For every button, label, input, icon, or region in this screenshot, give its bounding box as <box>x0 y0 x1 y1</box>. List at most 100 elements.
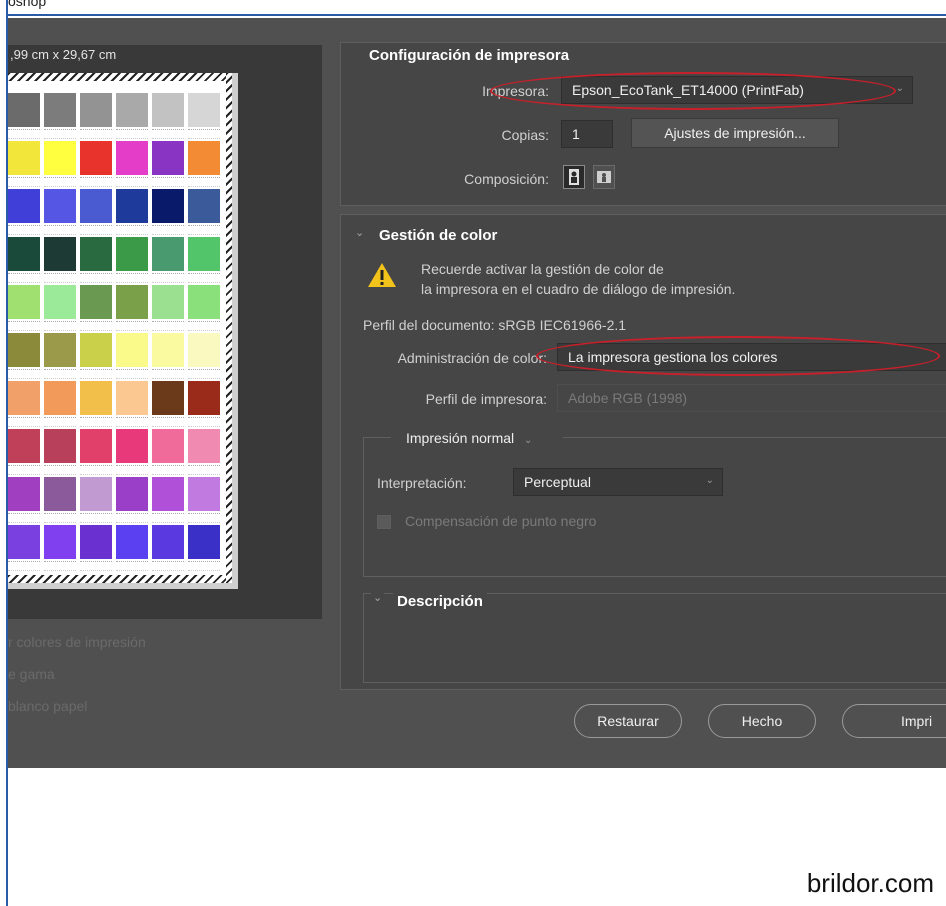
swatch-label <box>8 417 40 427</box>
swatch-label <box>8 273 40 283</box>
print-settings-button[interactable]: Ajustes de impresión... <box>631 118 839 148</box>
swatch-label <box>116 225 148 235</box>
swatch-label <box>152 369 184 379</box>
rendering-intent-value: Perceptual <box>524 474 591 490</box>
swatch-label <box>152 321 184 331</box>
chevron-down-icon: ⌄ <box>524 435 533 446</box>
swatch-label <box>8 129 40 139</box>
swatch-label <box>188 129 220 139</box>
swatch-chip <box>116 429 148 463</box>
swatch-chip <box>44 525 76 559</box>
option-gamut-warning[interactable]: e gama <box>8 666 55 682</box>
color-swatch <box>8 141 40 189</box>
swatch-label <box>152 273 184 283</box>
collapse-chevron-icon[interactable]: ⌄ <box>355 226 364 239</box>
swatch-chip <box>152 333 184 367</box>
swatch-label <box>188 465 220 475</box>
swatch-chip <box>44 237 76 271</box>
swatch-chip <box>116 381 148 415</box>
option-match-print-colors[interactable]: r colores de impresión <box>8 634 146 650</box>
swatch-chip <box>44 477 76 511</box>
copies-input[interactable]: 1 <box>561 120 613 148</box>
print-button[interactable]: Impri <box>842 704 946 738</box>
printer-select-value: Epson_EcoTank_ET14000 (PrintFab) <box>572 82 804 98</box>
swatch-label <box>80 273 112 283</box>
color-swatch <box>80 333 112 381</box>
color-swatch <box>116 141 148 189</box>
chevron-down-icon: ⌄ <box>705 475 714 486</box>
color-swatch <box>8 333 40 381</box>
printer-profile-select[interactable]: Adobe RGB (1998) <box>557 384 946 412</box>
swatch-chip <box>80 477 112 511</box>
color-swatch <box>80 141 112 189</box>
swatch-label <box>116 465 148 475</box>
color-swatch <box>116 429 148 477</box>
swatch-chip <box>116 93 148 127</box>
swatch-label <box>116 129 148 139</box>
swatch-chip <box>80 333 112 367</box>
color-swatch <box>80 525 112 573</box>
color-swatch <box>44 381 76 429</box>
swatch-chip <box>188 237 220 271</box>
color-swatch <box>116 381 148 429</box>
swatch-chip <box>8 381 40 415</box>
swatch-chip <box>152 237 184 271</box>
window-left-border <box>0 0 8 906</box>
color-swatch <box>8 285 40 333</box>
swatch-chip <box>152 189 184 223</box>
swatch-label <box>152 225 184 235</box>
color-management-title: Gestión de color <box>379 227 498 244</box>
swatch-label <box>116 321 148 331</box>
color-swatch <box>80 93 112 141</box>
swatch-label <box>188 417 220 427</box>
reset-button[interactable]: Restaurar <box>574 704 682 738</box>
print-mode-select[interactable]: Impresión normal ⌄ <box>391 425 563 451</box>
sheet-border-right <box>226 73 232 583</box>
color-swatch <box>8 525 40 573</box>
printer-select[interactable]: Epson_EcoTank_ET14000 (PrintFab) ⌄ <box>561 76 913 104</box>
swatch-label <box>8 225 40 235</box>
swatch-chip <box>44 333 76 367</box>
color-swatch <box>44 141 76 189</box>
swatch-chip <box>116 141 148 175</box>
preview-sheet[interactable] <box>8 73 238 589</box>
swatch-label <box>44 561 76 571</box>
swatch-label <box>8 369 40 379</box>
warning-line-2: la impresora en el cuadro de diálogo de … <box>421 281 736 297</box>
done-button[interactable]: Hecho <box>708 704 816 738</box>
warning-line-1: Recuerde activar la gestión de color de <box>421 261 664 277</box>
printer-label: Impresora: <box>482 83 549 99</box>
swatch-label <box>116 561 148 571</box>
swatch-label <box>44 417 76 427</box>
swatch-label <box>80 225 112 235</box>
document-profile-label: Perfil del documento: sRGB IEC61966-2.1 <box>363 317 627 333</box>
swatch-chip <box>80 189 112 223</box>
swatch-chip <box>8 93 40 127</box>
swatch-label <box>80 321 112 331</box>
swatch-label <box>188 225 220 235</box>
swatch-chip <box>80 381 112 415</box>
sheet-border-bottom <box>8 575 232 583</box>
rendering-intent-select[interactable]: Perceptual ⌄ <box>513 468 723 496</box>
swatch-label <box>188 177 220 187</box>
swatch-chip <box>152 285 184 319</box>
swatch-label <box>152 513 184 523</box>
collapse-chevron-icon[interactable]: ⌄ <box>371 591 385 604</box>
color-swatch <box>80 285 112 333</box>
swatch-label <box>188 561 220 571</box>
swatch-label <box>44 465 76 475</box>
swatch-label <box>188 369 220 379</box>
color-handling-select[interactable]: La impresora gestiona los colores <box>557 343 946 371</box>
swatch-label <box>116 369 148 379</box>
swatch-chip <box>80 93 112 127</box>
color-swatch <box>116 285 148 333</box>
landscape-orientation-icon[interactable] <box>593 165 615 189</box>
swatch-chip <box>188 381 220 415</box>
swatch-chip <box>188 141 220 175</box>
portrait-orientation-icon[interactable] <box>563 165 585 189</box>
black-point-checkbox[interactable] <box>377 515 391 529</box>
swatch-chip <box>152 477 184 511</box>
swatch-label <box>116 417 148 427</box>
swatch-label <box>8 513 40 523</box>
option-paper-white[interactable]: blanco papel <box>8 698 87 714</box>
